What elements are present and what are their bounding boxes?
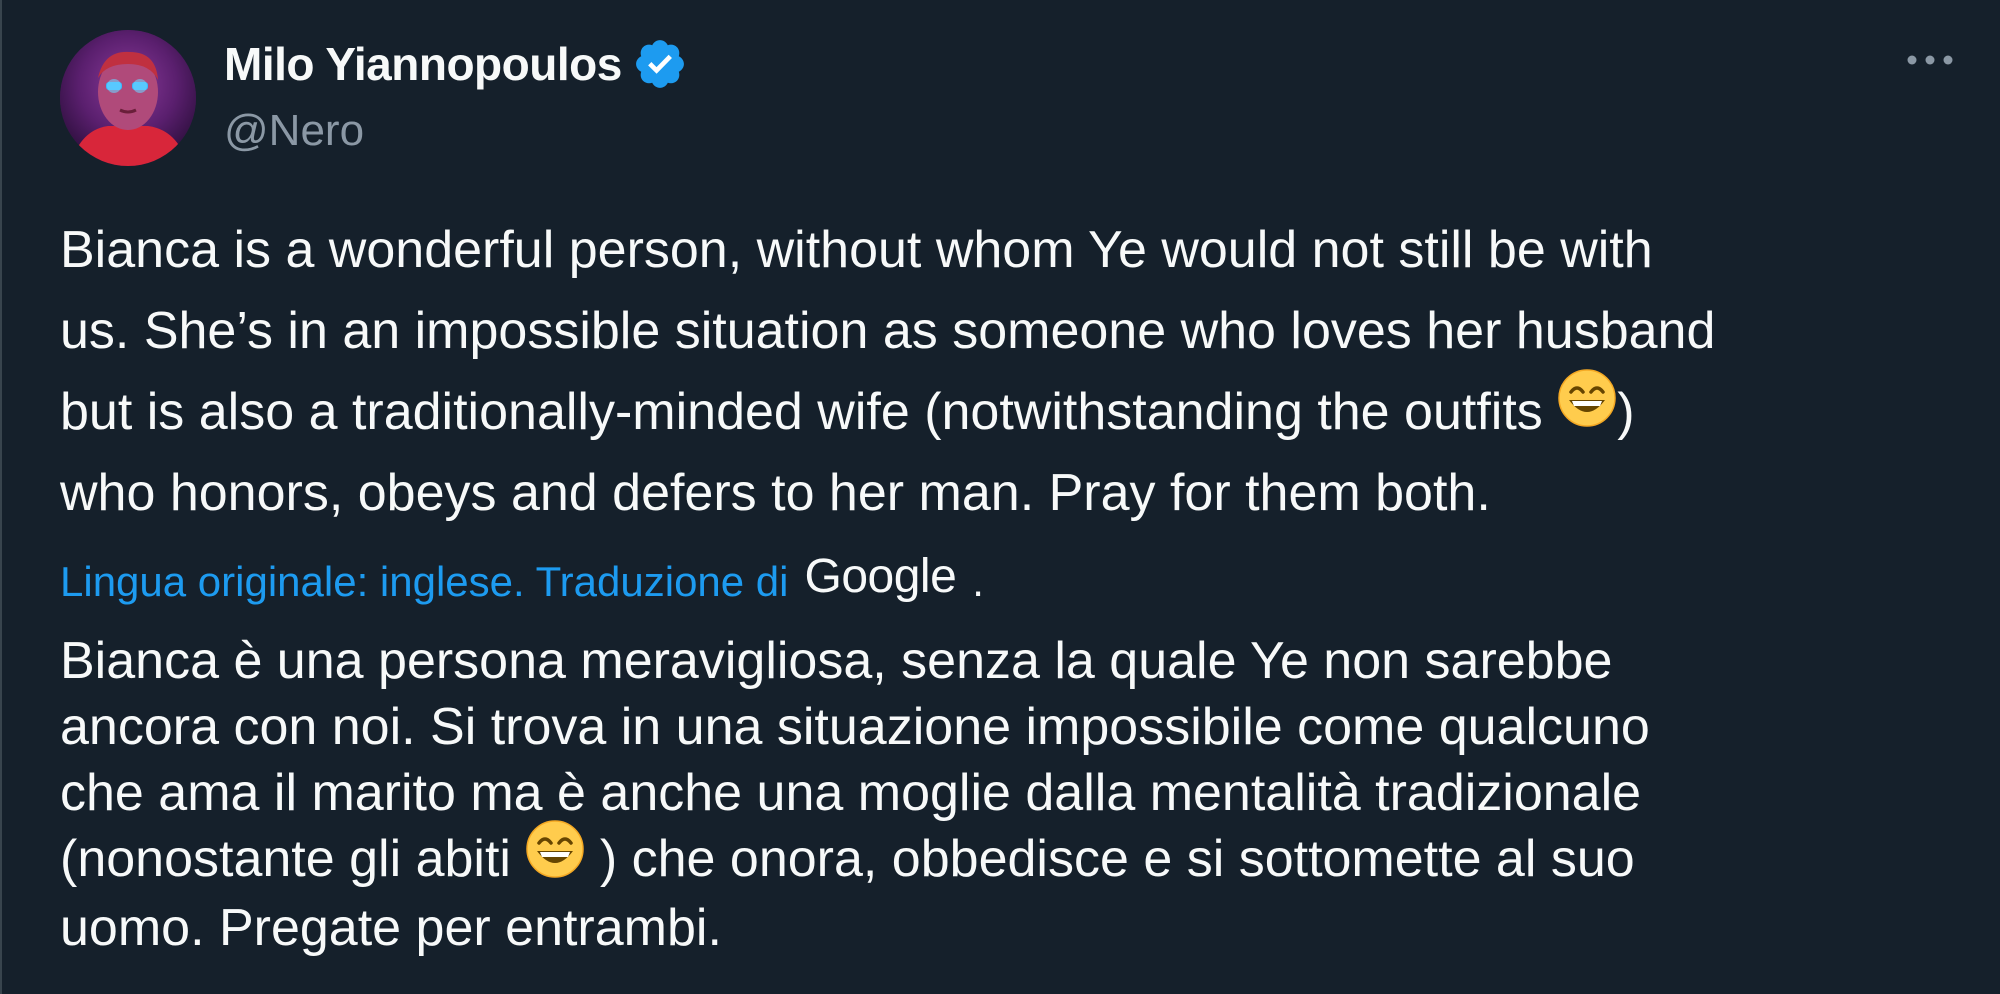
avatar-icon xyxy=(60,30,196,166)
grinning-face-with-smiling-eyes-icon xyxy=(525,819,585,895)
verified-badge-icon[interactable] xyxy=(632,36,688,92)
tweet-translated-text: Bianca è una persona meravigliosa, senza… xyxy=(60,628,1980,961)
translation-attribution: Lingua originale: inglese. Traduzione di… xyxy=(60,549,984,612)
translation-label[interactable]: Lingua originale: inglese. Traduzione di xyxy=(60,558,789,606)
author-display-name[interactable]: Milo Yiannopoulos xyxy=(224,36,622,92)
avatar[interactable] xyxy=(60,30,196,166)
original-text-part1: Bianca is a wonderful person, without wh… xyxy=(60,221,1716,441)
more-options-button[interactable] xyxy=(1900,38,1960,82)
tweet-card: Milo Yiannopoulos @Nero Bianca is a wond… xyxy=(0,0,2000,994)
grinning-face-with-smiling-eyes-icon xyxy=(1557,368,1617,452)
google-logo: Google xyxy=(804,549,957,603)
author-name-row: Milo Yiannopoulos xyxy=(224,36,688,92)
more-horizontal-icon xyxy=(1907,55,1953,65)
translation-period: . xyxy=(972,558,984,605)
author-handle[interactable]: @Nero xyxy=(224,104,364,158)
tweet-original-text: Bianca is a wonderful person, without wh… xyxy=(60,210,1980,534)
